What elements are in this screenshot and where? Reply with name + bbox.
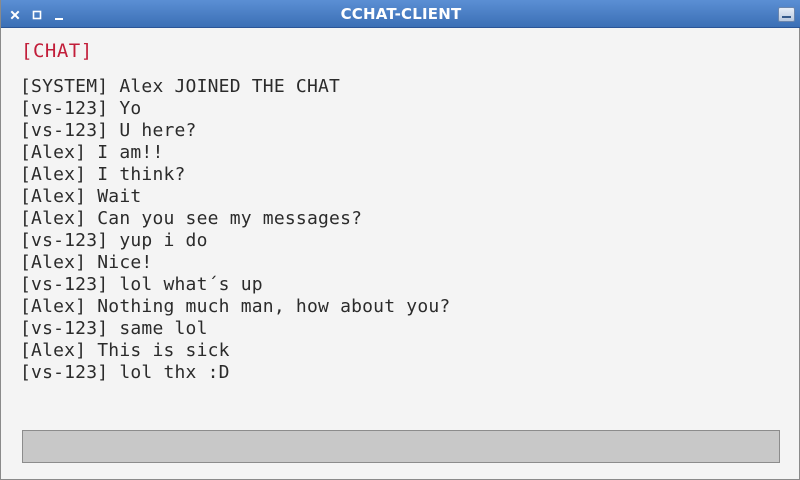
chat-heading: [CHAT] <box>21 40 93 62</box>
chat-message: [Alex] This is sick <box>20 340 230 361</box>
chat-message: [vs-123] U here? <box>20 120 197 141</box>
chat-message: [Alex] Nothing much man, how about you? <box>20 296 451 317</box>
chat-message: [vs-123] lol what´s up <box>20 274 263 295</box>
chat-message: [vs-123] Yo <box>20 98 142 119</box>
chat-message: [Alex] Nice! <box>20 252 153 273</box>
chat-message: [vs-123] same lol <box>20 318 208 339</box>
chat-message: [vs-123] yup i do <box>20 230 208 251</box>
chat-message: [Alex] Can you see my messages? <box>20 208 363 229</box>
message-list: [SYSTEM] Alex JOINED THE CHAT [vs-123] Yo… <box>20 76 780 384</box>
window-menu-icon[interactable] <box>778 7 795 22</box>
message-input[interactable] <box>22 430 780 463</box>
chat-message: [SYSTEM] Alex JOINED THE CHAT <box>20 76 341 97</box>
chat-message: [Alex] I am!! <box>20 142 164 163</box>
chat-message: [Alex] Wait <box>20 186 142 207</box>
window-title: CCHAT-CLIENT <box>340 5 462 23</box>
chat-message: [Alex] I think? <box>20 164 186 185</box>
chat-message: [vs-123] lol thx :D <box>20 362 230 383</box>
chat-client-window: CCHAT-CLIENT [CHAT] [SYSTEM] Alex JOINED… <box>0 0 800 480</box>
title-bar[interactable]: CCHAT-CLIENT <box>1 0 800 28</box>
